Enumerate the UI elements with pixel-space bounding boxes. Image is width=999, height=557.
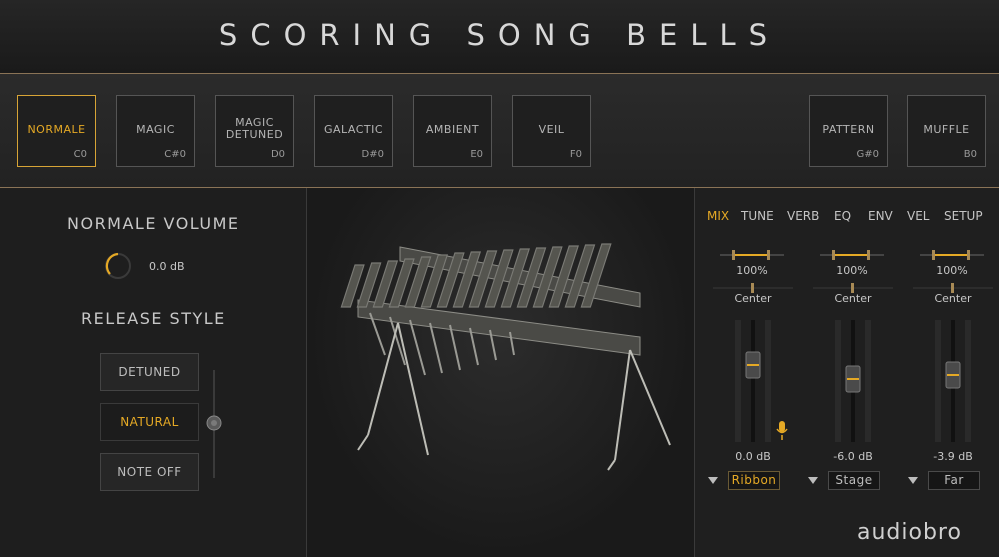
chevron-down-icon[interactable] [908,477,918,484]
pan-value-ribbon: Center [734,292,772,305]
brand-logo: audiobro [857,520,962,545]
articulation-bar: NORMALE C0 MAGIC C#0 MAGIC DETUNED D0 GAL… [0,74,999,188]
tab-tune[interactable]: TUNE [741,209,774,223]
width-slider-far[interactable] [918,249,986,261]
tab-setup[interactable]: SETUP [944,209,983,223]
fader-far[interactable] [933,320,973,442]
vibraphone-image [340,243,671,471]
volume-label: NORMALE VOLUME [67,214,240,233]
chevron-down-icon[interactable] [808,477,818,484]
articulation-veil[interactable]: VEIL F0 [512,95,591,167]
instrument-title: SCORING SONG BELLS [218,18,781,52]
articulation-galactic[interactable]: GALACTIC D#0 [314,95,393,167]
tab-verb[interactable]: VERB [787,209,819,223]
header-bar: SCORING SONG BELLS [0,0,999,74]
mic-select-stage[interactable]: Stage [828,471,880,490]
articulation-normale[interactable]: NORMALE C0 [17,95,96,167]
articulation-muffle[interactable]: MUFFLE B0 [907,95,986,167]
width-slider-ribbon[interactable] [718,249,786,261]
articulation-magic[interactable]: MAGIC C#0 [116,95,195,167]
release-note-off-button[interactable]: NOTE OFF [100,453,199,491]
articulation-ambient[interactable]: AMBIENT E0 [413,95,492,167]
articulation-pattern[interactable]: PATTERN G#0 [809,95,888,167]
mic-select-far[interactable]: Far [928,471,980,490]
level-value-stage: -6.0 dB [833,450,873,463]
level-value-far: -3.9 dB [933,450,973,463]
mic-select-ribbon[interactable]: Ribbon [728,471,780,490]
width-value-stage: 100% [836,264,868,277]
release-detuned-button[interactable]: DETUNED [100,353,199,391]
chevron-down-icon[interactable] [708,477,718,484]
tab-env[interactable]: ENV [868,209,893,223]
width-value-ribbon: 100% [736,264,768,277]
width-value-far: 100% [936,264,968,277]
release-style-label: RELEASE STYLE [81,309,226,328]
volume-value: 0.0 dB [149,260,185,273]
width-slider-stage[interactable] [818,249,886,261]
tab-eq[interactable]: EQ [834,209,851,223]
mic-icon[interactable] [775,420,789,442]
release-natural-button[interactable]: NATURAL [100,403,199,441]
fader-ribbon[interactable] [733,320,773,442]
pan-value-stage: Center [834,292,872,305]
volume-knob[interactable] [104,252,132,280]
articulation-magic-detuned[interactable]: MAGIC DETUNED D0 [215,95,294,167]
release-slider[interactable] [203,368,225,480]
fader-stage[interactable] [833,320,873,442]
tab-mix[interactable]: MIX [707,209,729,223]
level-value-ribbon: 0.0 dB [735,450,771,463]
tab-vel[interactable]: VEL [907,209,929,223]
pan-value-far: Center [934,292,972,305]
